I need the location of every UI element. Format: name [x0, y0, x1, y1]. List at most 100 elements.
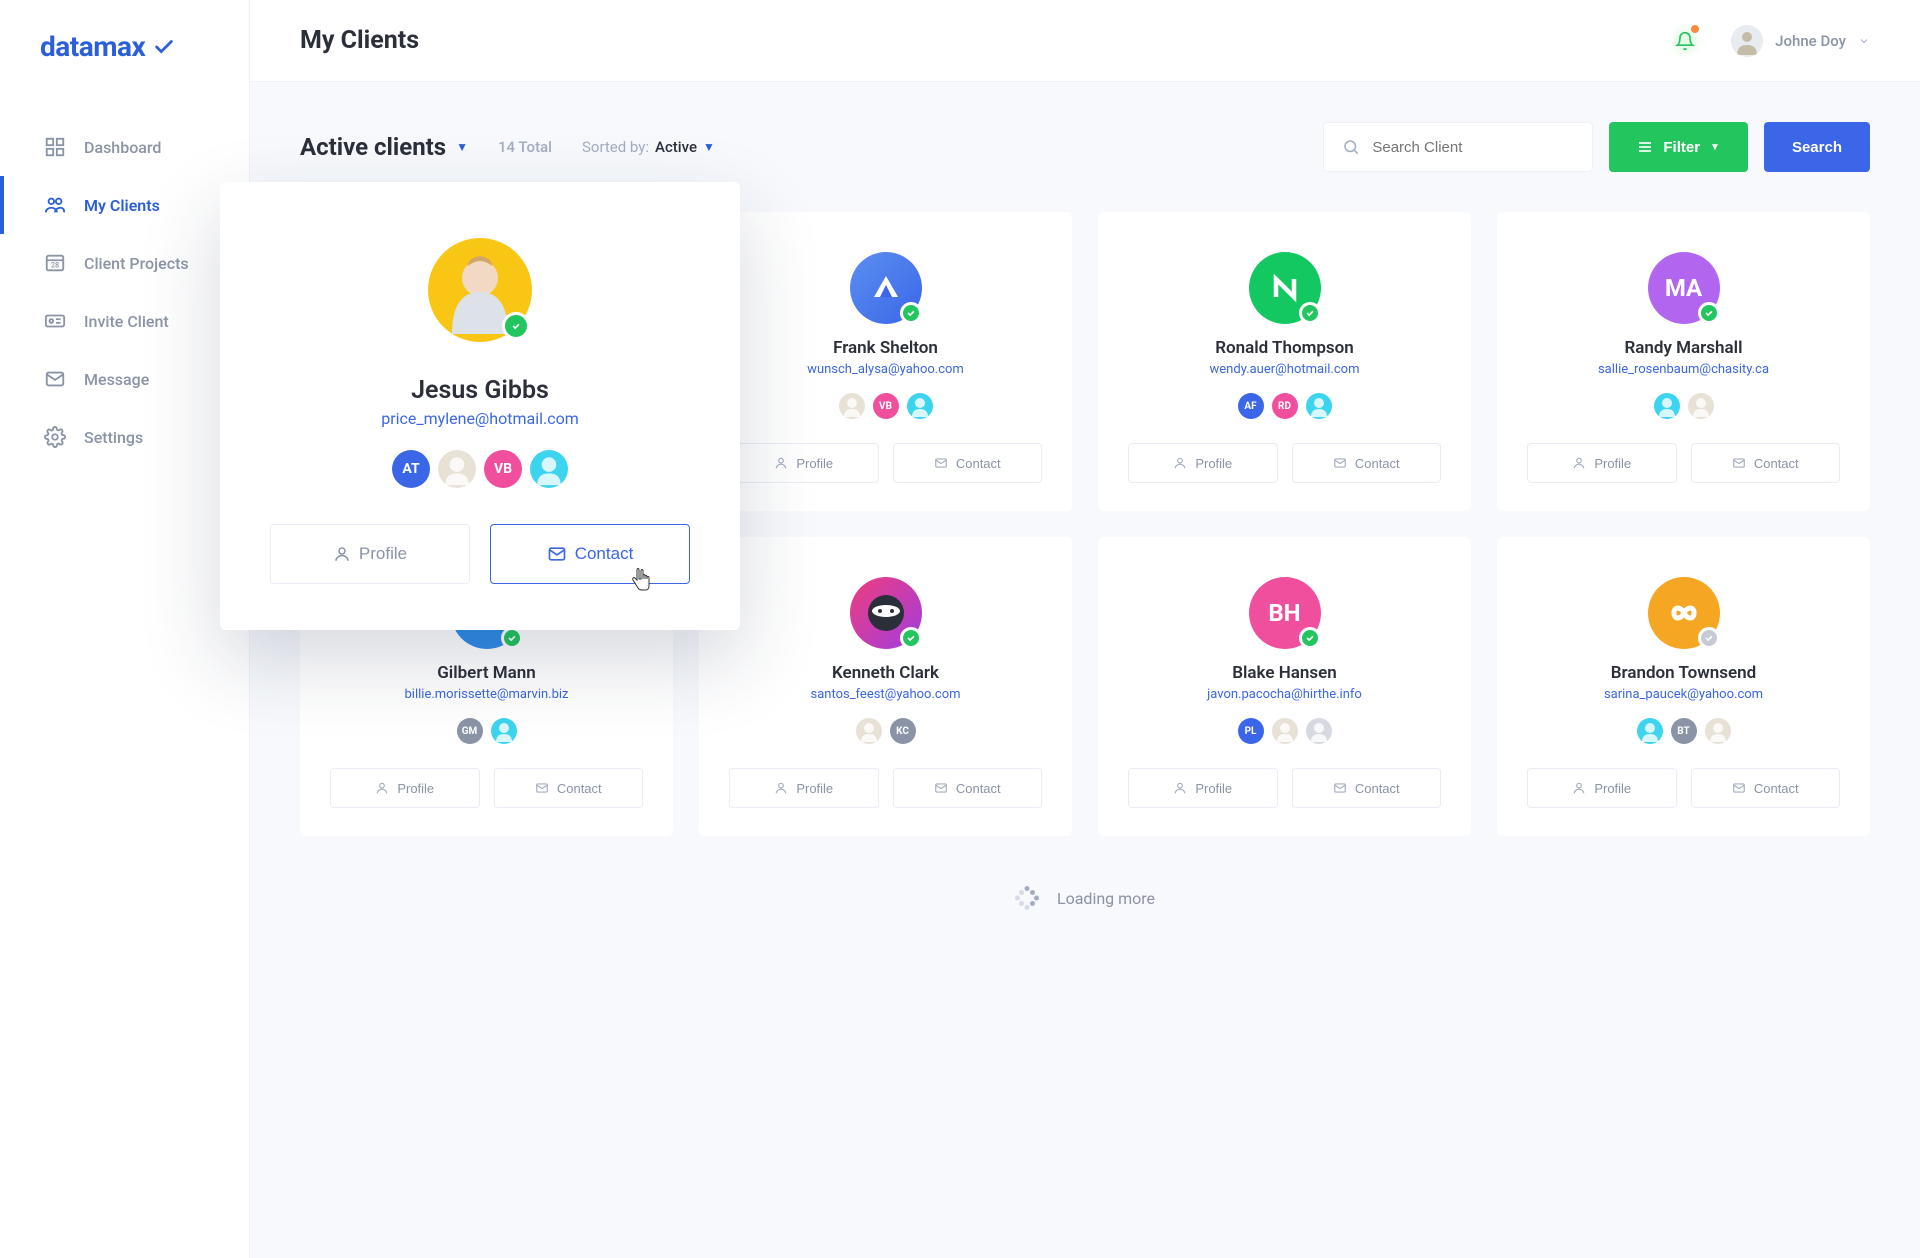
mail-icon — [1732, 456, 1746, 470]
mini-avatar: BT — [1671, 718, 1697, 744]
mini-avatar: RD — [1272, 393, 1298, 419]
controls-bar: Active clients ▼ 14 Total Sorted by: Act… — [300, 122, 1870, 172]
nav-item-projects[interactable]: 28Client Projects — [0, 234, 249, 292]
contact-label: Contact — [1355, 456, 1400, 471]
client-card[interactable]: MA Randy Marshall sallie_rosenbaum@chasi… — [1497, 212, 1870, 511]
user-icon — [1173, 456, 1187, 470]
profile-button[interactable]: Profile — [1128, 443, 1278, 483]
profile-label: Profile — [359, 544, 407, 564]
page-title: My Clients — [300, 26, 419, 55]
user-icon — [333, 545, 351, 563]
loading-indicator: Loading more — [300, 886, 1870, 910]
caret-down-icon: ▼ — [456, 140, 468, 154]
user-menu[interactable]: Johne Doy — [1731, 25, 1870, 57]
client-name: Brandon Townsend — [1611, 663, 1757, 683]
user-name: Johne Doy — [1775, 32, 1846, 50]
associated-users — [1654, 393, 1714, 419]
status-online-icon — [502, 312, 530, 340]
status-online-icon — [1698, 302, 1720, 324]
status-online-icon — [900, 627, 922, 649]
mini-avatar — [1306, 718, 1332, 744]
contact-button[interactable]: Contact — [494, 768, 644, 808]
profile-button[interactable]: Profile — [1527, 768, 1677, 808]
active-clients-label: Active clients — [300, 133, 446, 161]
associated-users: AFRD — [1238, 393, 1332, 419]
sort-dropdown[interactable]: Sorted by: Active ▼ — [582, 138, 715, 156]
nav-item-message[interactable]: Message — [0, 350, 249, 408]
client-card[interactable]: Kenneth Clark santos_feest@yahoo.com KC … — [699, 537, 1072, 836]
sort-prefix: Sorted by: — [582, 138, 649, 156]
profile-label: Profile — [796, 456, 833, 471]
nav-item-clients[interactable]: My Clients — [0, 176, 249, 234]
mini-avatar: GM — [457, 718, 483, 744]
search-button[interactable]: Search — [1764, 122, 1870, 172]
loading-label: Loading more — [1057, 889, 1155, 908]
profile-label: Profile — [1594, 781, 1631, 796]
contact-button[interactable]: Contact — [893, 443, 1043, 483]
mail-icon — [1333, 781, 1347, 795]
message-icon — [44, 368, 66, 390]
brand-name: datamax — [40, 30, 145, 63]
profile-button[interactable]: Profile — [1128, 768, 1278, 808]
contact-button[interactable]: Contact — [1691, 768, 1841, 808]
search-input[interactable] — [1372, 139, 1574, 156]
nav-label: Message — [84, 370, 149, 389]
search-box[interactable] — [1323, 122, 1593, 172]
client-name: Frank Shelton — [833, 338, 938, 358]
filter-button[interactable]: Filter ▼ — [1609, 122, 1748, 172]
profile-button[interactable]: Profile — [1527, 443, 1677, 483]
mail-icon — [1732, 781, 1746, 795]
settings-icon — [44, 426, 66, 448]
profile-button[interactable]: Profile — [729, 443, 879, 483]
profile-button[interactable]: Profile — [330, 768, 480, 808]
mini-avatar — [856, 718, 882, 744]
associated-users: GM — [457, 718, 517, 744]
nav: Dashboard My Clients28Client ProjectsInvi… — [0, 98, 249, 466]
caret-down-icon: ▼ — [703, 140, 715, 154]
clients-icon — [44, 194, 66, 216]
contact-button[interactable]: Contact — [490, 524, 690, 584]
profile-label: Profile — [796, 781, 833, 796]
mini-avatar — [1637, 718, 1663, 744]
notification-dot — [1691, 25, 1699, 33]
client-card[interactable]: Brandon Townsend sarina_paucek@yahoo.com… — [1497, 537, 1870, 836]
mini-avatar: PL — [1238, 718, 1264, 744]
client-card[interactable]: Frank Shelton wunsch_alysa@yahoo.com VB … — [699, 212, 1072, 511]
profile-label: Profile — [1594, 456, 1631, 471]
contact-button[interactable]: Contact — [1292, 768, 1442, 808]
sort-value: Active — [655, 138, 697, 156]
nav-item-settings[interactable]: Settings — [0, 408, 249, 466]
contact-button[interactable]: Contact — [893, 768, 1043, 808]
associated-users: PL — [1238, 718, 1332, 744]
active-clients-dropdown[interactable]: Active clients ▼ — [300, 133, 468, 161]
client-email: wunsch_alysa@yahoo.com — [807, 362, 964, 377]
nav-item-dashboard[interactable]: Dashboard — [0, 118, 249, 176]
profile-button[interactable]: Profile — [729, 768, 879, 808]
mail-icon — [547, 544, 567, 564]
client-name: Randy Marshall — [1625, 338, 1743, 358]
contact-button[interactable]: Contact — [1292, 443, 1442, 483]
contact-button[interactable]: Contact — [1691, 443, 1841, 483]
contact-label: Contact — [575, 544, 634, 564]
profile-label: Profile — [1195, 456, 1232, 471]
menu-icon — [1637, 139, 1653, 155]
notifications-button[interactable] — [1667, 23, 1703, 59]
client-card[interactable]: Ronald Thompson wendy.auer@hotmail.com A… — [1098, 212, 1471, 511]
mail-icon — [934, 456, 948, 470]
mini-avatar: AT — [392, 450, 430, 488]
avatar — [1731, 25, 1763, 57]
nav-label: Dashboard — [84, 138, 161, 157]
total-count: 14 Total — [498, 138, 552, 156]
client-email: santos_feest@yahoo.com — [810, 687, 960, 702]
user-icon — [774, 456, 788, 470]
client-name: Blake Hansen — [1232, 663, 1337, 683]
nav-label: Settings — [84, 428, 143, 447]
nav-label: Client Projects — [84, 254, 189, 273]
mail-icon — [535, 781, 549, 795]
brand-logo[interactable]: datamax — [0, 0, 249, 98]
nav-item-invite[interactable]: Invite Client — [0, 292, 249, 350]
associated-users: ATVB — [392, 450, 568, 488]
profile-button[interactable]: Profile — [270, 524, 470, 584]
client-card[interactable]: BH Blake Hansen javon.pacocha@hirthe.inf… — [1098, 537, 1471, 836]
associated-users: VB — [839, 393, 933, 419]
